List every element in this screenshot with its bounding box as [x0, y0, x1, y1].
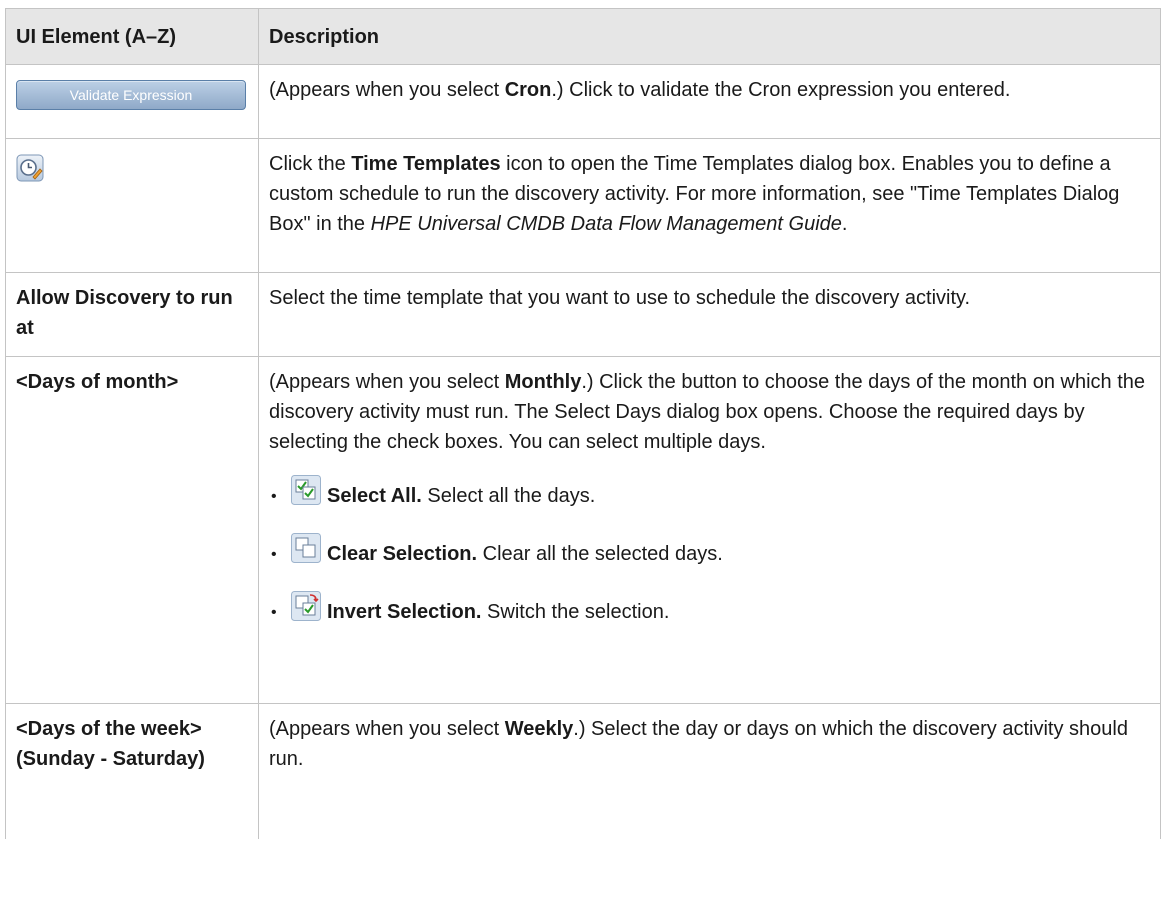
- description-text: Select the time template that you want t…: [269, 287, 971, 309]
- option-label: Invert Selection.: [327, 601, 482, 623]
- description-cell: Select the time template that you want t…: [258, 272, 1161, 357]
- description-text: (Appears when you select Cron.) Click to…: [269, 79, 1011, 101]
- description-cell: (Appears when you select Cron.) Click to…: [258, 64, 1161, 139]
- option-text: Clear all the selected days.: [477, 543, 723, 565]
- option-text: Switch the selection.: [481, 601, 670, 623]
- invert-selection-icon[interactable]: [291, 591, 321, 621]
- element-name: <Days of the week> (Sunday - Saturday): [5, 703, 259, 839]
- description-text: (Appears when you select Weekly.) Select…: [269, 718, 1128, 770]
- clear-selection-icon[interactable]: [291, 533, 321, 563]
- ui-elements-table: UI Element (A–Z) Description Validate Ex…: [5, 8, 1161, 839]
- header-ui-element: UI Element (A–Z): [5, 8, 259, 65]
- select-all-icon[interactable]: [291, 475, 321, 505]
- option-label: Select All.: [327, 485, 422, 507]
- header-description: Description: [258, 8, 1161, 65]
- selection-options-list: Select All. Select all the days. Clear S…: [269, 475, 1148, 633]
- description-cell: Click the Time Templates icon to open th…: [258, 138, 1161, 273]
- description-text: Click the Time Templates icon to open th…: [269, 153, 1120, 235]
- option-text: Select all the days.: [421, 485, 596, 507]
- element-name: <Days of month>: [5, 356, 259, 704]
- time-templates-icon[interactable]: [16, 154, 44, 182]
- list-item: Select All. Select all the days.: [269, 475, 1148, 517]
- list-item: Invert Selection. Switch the selection.: [269, 591, 1148, 633]
- table-row: Click the Time Templates icon to open th…: [5, 138, 1161, 273]
- list-item: Clear Selection. Clear all the selected …: [269, 533, 1148, 575]
- table-row: Allow Discovery to run at Select the tim…: [5, 272, 1161, 357]
- element-cell: [5, 138, 259, 273]
- option-label: Clear Selection.: [327, 543, 478, 565]
- table-row: <Days of the week> (Sunday - Saturday) (…: [5, 703, 1161, 839]
- description-text: (Appears when you select Monthly.) Click…: [269, 371, 1146, 453]
- element-name: Allow Discovery to run at: [5, 272, 259, 357]
- description-cell: (Appears when you select Weekly.) Select…: [258, 703, 1161, 839]
- element-cell: Validate Expression: [5, 64, 259, 139]
- validate-expression-button[interactable]: Validate Expression: [16, 80, 246, 110]
- table-header-row: UI Element (A–Z) Description: [5, 8, 1161, 65]
- description-cell: (Appears when you select Monthly.) Click…: [258, 356, 1161, 704]
- table-row: Validate Expression (Appears when you se…: [5, 64, 1161, 139]
- table-row: <Days of month> (Appears when you select…: [5, 356, 1161, 704]
